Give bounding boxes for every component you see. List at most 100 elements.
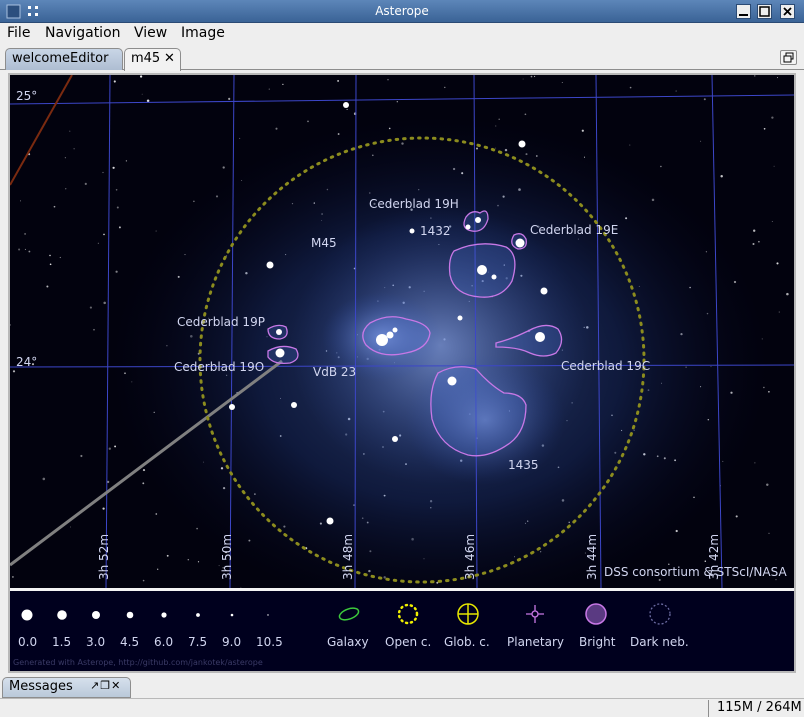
faint-star	[775, 578, 777, 581]
type-label-open-cluster: Open c.	[385, 635, 431, 649]
dark-nebula-legend-icon	[649, 603, 671, 625]
label-cederblad-19h[interactable]: Cederblad 19H	[369, 197, 459, 211]
type-label-galaxy: Galaxy	[327, 635, 369, 649]
faint-star	[103, 233, 105, 236]
faint-star	[116, 206, 119, 209]
mag-label: 4.5	[120, 635, 139, 649]
faint-star	[524, 113, 527, 116]
faint-star	[776, 262, 779, 265]
label-vdb-23[interactable]: VdB 23	[313, 365, 356, 379]
faint-star	[155, 513, 158, 515]
legend-footer: Generated with Asterope, http://github.c…	[13, 658, 263, 667]
magnitude-labels: 0.0 1.5 3.0 4.5 6.0 7.5 9.0 10.5	[18, 635, 283, 649]
faint-star	[11, 575, 14, 578]
faint-star	[166, 554, 169, 557]
faint-star	[396, 101, 398, 103]
faint-star	[777, 77, 778, 79]
restore-icon[interactable]: ❐	[100, 679, 111, 692]
mag-label: 3.0	[86, 635, 105, 649]
faint-star	[675, 90, 677, 92]
faint-star	[522, 78, 524, 80]
faint-star	[187, 558, 190, 561]
open-cluster-legend-icon	[397, 603, 419, 625]
faint-star	[102, 171, 104, 174]
ra-label-3: 3h 46m	[463, 534, 477, 580]
close-window-icon[interactable]	[780, 4, 795, 19]
faint-star	[65, 188, 67, 190]
faint-star	[142, 579, 145, 582]
faint-star	[768, 532, 770, 534]
faint-star	[239, 137, 241, 139]
pin-icon[interactable]: ↗	[90, 679, 100, 692]
faint-star	[102, 507, 105, 510]
type-label-globular-cluster: Glob. c.	[444, 635, 490, 649]
faint-star	[197, 561, 200, 563]
restore-editor-button[interactable]	[780, 50, 797, 65]
faint-star	[139, 75, 143, 78]
type-label-planetary: Planetary	[507, 635, 564, 649]
magnitude-dots	[21, 609, 269, 621]
menu-bar: File Navigation View Image	[0, 23, 804, 45]
faint-star	[19, 200, 22, 202]
faint-star	[752, 242, 755, 246]
menu-image[interactable]: Image	[181, 25, 225, 41]
faint-star	[49, 263, 52, 266]
tab-welcome-editor[interactable]: welcomeEditor	[5, 48, 123, 70]
memory-usage[interactable]: 115M / 264M	[708, 700, 802, 717]
maximize-icon[interactable]	[757, 4, 772, 19]
menu-navigation[interactable]: Navigation	[45, 25, 121, 41]
ra-label-1: 3h 50m	[220, 534, 234, 580]
faint-star	[240, 586, 242, 588]
sky-map[interactable]: 25° 24° Cederblad 19H 1432 Cederblad 19E…	[10, 75, 794, 588]
label-m45[interactable]: M45	[311, 236, 337, 250]
tab-close-icon[interactable]: ✕	[164, 51, 175, 66]
mag-label: 10.5	[256, 635, 283, 649]
mag-label: 7.5	[188, 635, 207, 649]
faint-star	[42, 477, 46, 481]
type-label-dark-nebula: Dark neb.	[630, 635, 689, 649]
window-title: Asterope	[375, 4, 429, 18]
minimize-icon[interactable]	[736, 4, 751, 19]
faint-star	[228, 97, 231, 100]
faint-star	[282, 83, 284, 86]
dec-label-24: 24°	[16, 355, 37, 369]
label-cederblad-19c[interactable]: Cederblad 19C	[561, 359, 650, 373]
label-cederblad-19p[interactable]: Cederblad 19P	[177, 315, 265, 329]
faint-star	[142, 482, 145, 485]
faint-star	[720, 174, 723, 178]
faint-star	[155, 230, 157, 232]
faint-star	[84, 182, 87, 186]
ra-label-4: 3h 44m	[585, 534, 599, 580]
faint-star	[113, 80, 116, 83]
faint-star	[93, 328, 95, 331]
menu-file[interactable]: File	[7, 25, 30, 41]
mag-label: 9.0	[222, 635, 241, 649]
faint-star	[771, 221, 773, 222]
faint-star	[658, 578, 661, 582]
faint-star	[268, 88, 270, 90]
faint-star	[534, 75, 536, 78]
tab-m45[interactable]: m45 ✕	[124, 48, 181, 71]
faint-star	[108, 447, 111, 450]
close-icon[interactable]: ✕	[111, 679, 121, 692]
faint-star	[337, 79, 340, 82]
faint-star	[275, 127, 278, 130]
label-cederblad-19o[interactable]: Cederblad 19O	[174, 360, 264, 374]
faint-star	[778, 311, 780, 313]
faint-star	[80, 454, 83, 458]
bright-nebula-legend-icon	[585, 603, 607, 625]
faint-star	[49, 254, 51, 257]
faint-star	[629, 86, 632, 89]
label-1432[interactable]: 1432	[420, 224, 451, 238]
faint-star	[146, 99, 150, 102]
faint-star	[561, 81, 563, 84]
ra-label-2: 3h 48m	[341, 534, 355, 580]
menu-view[interactable]: View	[134, 25, 167, 41]
label-cederblad-19e[interactable]: Cederblad 19E	[530, 223, 618, 237]
faint-star	[444, 86, 446, 89]
label-1435[interactable]: 1435	[508, 458, 539, 472]
messages-tab[interactable]: Messages ↗❐✕	[2, 677, 131, 698]
faint-star	[141, 93, 143, 95]
faint-star	[758, 240, 760, 243]
faint-star	[118, 226, 121, 229]
